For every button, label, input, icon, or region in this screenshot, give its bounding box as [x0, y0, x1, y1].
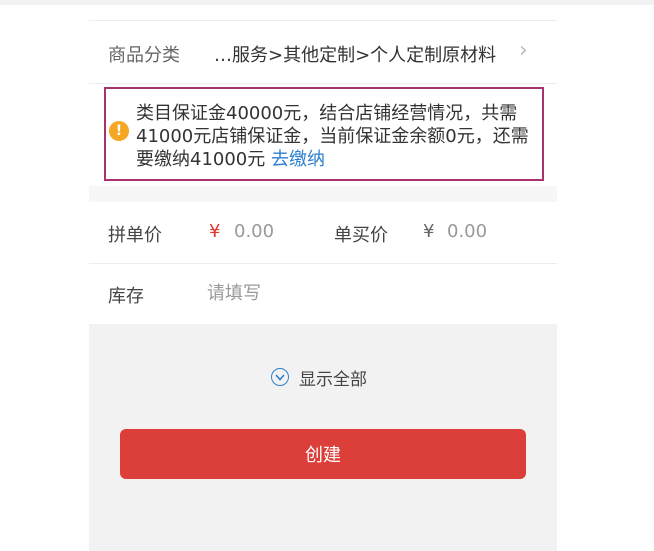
- pay-deposit-link[interactable]: 去缴纳: [271, 149, 325, 170]
- notice-text-block: 类目保证金40000元，结合店铺经营情况，共需41000元店铺保证金，当前保证金…: [136, 102, 541, 171]
- group-price-input[interactable]: 0.00: [234, 221, 274, 242]
- chevron-right-icon: ›: [519, 38, 528, 63]
- price-row: 拼单价 ¥ 0.00 单买价 ¥ 0.00: [89, 202, 557, 264]
- stock-row: 库存: [89, 264, 557, 324]
- chevron-down-circle-icon: [271, 368, 289, 386]
- create-button[interactable]: 创建: [120, 429, 526, 479]
- category-value: …服务>其他定制>个人定制原材料: [214, 45, 497, 66]
- show-all-label: 显示全部: [299, 369, 367, 390]
- stock-label: 库存: [108, 286, 144, 307]
- warning-icon: !: [109, 121, 129, 141]
- group-price-currency: ¥: [209, 221, 221, 242]
- single-price-currency: ¥: [423, 221, 435, 242]
- category-label: 商品分类: [108, 45, 180, 66]
- form-column: 商品分类 …服务>其他定制>个人定制原材料 › ! 类目保证金40000元，结合…: [89, 5, 557, 551]
- single-price-label: 单买价: [334, 225, 388, 246]
- category-row[interactable]: 商品分类 …服务>其他定制>个人定制原材料 ›: [89, 20, 557, 84]
- show-all-toggle[interactable]: 显示全部: [271, 365, 367, 390]
- bottom-panel: 显示全部 创建: [89, 324, 557, 551]
- deposit-notice: ! 类目保证金40000元，结合店铺经营情况，共需41000元店铺保证金，当前保…: [104, 87, 544, 181]
- notice-text: 类目保证金40000元，结合店铺经营情况，共需41000元店铺保证金，当前保证金…: [136, 103, 529, 170]
- single-price-input[interactable]: 0.00: [447, 221, 487, 242]
- group-price-label: 拼单价: [108, 225, 162, 246]
- stock-input[interactable]: [207, 280, 407, 306]
- section-divider: [89, 186, 557, 202]
